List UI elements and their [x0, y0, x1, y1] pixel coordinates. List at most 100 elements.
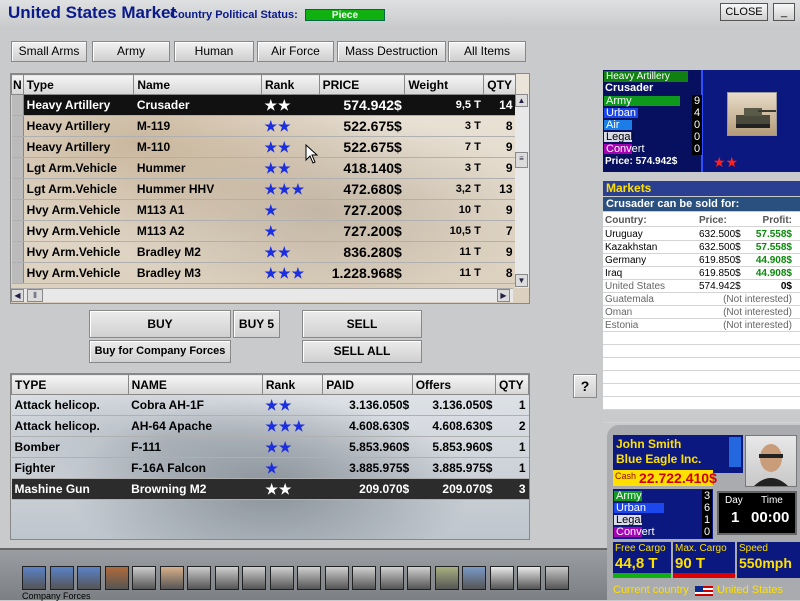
market-row[interactable]: United States 574.942$ 0$ — [603, 280, 800, 293]
col-qty[interactable]: QTY — [483, 74, 516, 95]
company-force-thumbnail[interactable] — [544, 566, 569, 590]
close-button[interactable]: CLOSE — [720, 3, 768, 21]
buy-company-forces-button[interactable]: Buy for Company Forces — [89, 340, 231, 363]
category-all-items-button[interactable]: All Items — [448, 41, 526, 62]
company-force-thumbnail[interactable] — [407, 566, 431, 590]
col-paid[interactable]: PAID — [322, 374, 413, 395]
country-header: Country: — [605, 215, 647, 226]
col-name[interactable]: Name — [133, 74, 262, 95]
category-air-force-button[interactable]: Air Force — [257, 41, 334, 62]
company-force-thumbnail[interactable] — [462, 566, 486, 590]
minimize-button[interactable]: _ — [773, 3, 795, 21]
scroll-up-icon[interactable]: ▲ — [515, 94, 528, 107]
company-force-thumbnail[interactable] — [22, 566, 46, 590]
market-row-empty — [603, 332, 800, 345]
markets-title: Markets — [603, 181, 800, 196]
sell-all-button[interactable]: SELL ALL — [302, 340, 422, 363]
scroll-left-icon[interactable]: ◀ — [11, 289, 24, 302]
buy-five-button[interactable]: BUY 5 — [233, 310, 280, 338]
col-rank[interactable]: Rank — [260, 74, 320, 95]
free-cargo-box: Free Cargo 44,8 T — [613, 542, 671, 578]
company-force-thumbnail[interactable] — [269, 566, 294, 590]
market-row[interactable]: Oman (Not interested) — [603, 306, 800, 319]
company-force-thumbnail[interactable] — [49, 566, 74, 590]
title-bar: United States Market Country Political S… — [0, 0, 800, 28]
table-row[interactable]: Hvy Arm.Vehicle Bradley M2 ★★ 836.280$ 1… — [11, 241, 516, 263]
scroll-thumb[interactable]: ≡ — [515, 152, 528, 168]
item-type: Heavy Artillery — [23, 115, 134, 137]
col-type[interactable]: Type — [22, 74, 135, 95]
company-force-thumbnail[interactable] — [132, 566, 156, 590]
avatar — [745, 435, 797, 487]
table-row[interactable]: Hvy Arm.Vehicle M113 A1 ★ 727.200$ 10 T … — [11, 199, 516, 221]
table-row[interactable]: Mashine Gun Browning M2 ★★ 209.070$ 209.… — [11, 478, 529, 500]
company-force-thumbnail[interactable] — [324, 566, 349, 590]
scroll-down-icon[interactable]: ▼ — [515, 274, 528, 287]
company-force-thumbnail[interactable] — [297, 566, 321, 590]
help-button[interactable]: ? — [573, 374, 597, 398]
price-header: Price: — [699, 215, 727, 226]
player-stat-urban: Urban 6 — [614, 502, 712, 514]
company-force-thumbnail[interactable] — [104, 566, 129, 590]
market-row[interactable]: Guatemala (Not interested) — [603, 293, 800, 306]
table-row[interactable]: Attack helicop. AH-64 Apache ★★★ 4.608.6… — [11, 415, 529, 437]
company-force-thumbnail[interactable] — [77, 566, 101, 590]
company-force-thumbnail[interactable] — [489, 566, 514, 590]
company-force-thumbnail[interactable] — [214, 566, 239, 590]
market-row[interactable]: Germany 619.850$ 44.908$ — [603, 254, 800, 267]
category-human-button[interactable]: Human — [174, 41, 254, 62]
table-row[interactable]: Lgt Arm.Vehicle Hummer ★★ 418.140$ 3 T 9 — [11, 157, 516, 179]
item-qty: 13 — [483, 178, 516, 200]
col-type[interactable]: TYPE — [11, 374, 129, 395]
market-profit: 57.558$ — [755, 229, 792, 240]
company-force-thumbnail[interactable] — [159, 566, 184, 590]
table-row[interactable]: Heavy Artillery Crusader ★★ 574.942$ 9,5… — [11, 94, 516, 116]
market-vertical-scrollbar[interactable]: ▲ ≡ ▼ — [515, 94, 529, 288]
company-force-thumbnail[interactable] — [517, 566, 541, 590]
col-name[interactable]: NAME — [127, 374, 263, 395]
table-row[interactable]: Heavy Artillery M-110 ★★ 522.675$ 7 T 9 — [11, 136, 516, 158]
company-force-thumbnail[interactable] — [187, 566, 211, 590]
col-weight[interactable]: Weight — [404, 74, 485, 95]
company-force-thumbnail[interactable] — [242, 566, 266, 590]
company-force-thumbnail[interactable] — [352, 566, 376, 590]
table-row[interactable]: Hvy Arm.Vehicle Bradley M3 ★★★ 1.228.968… — [11, 262, 516, 284]
buy-button[interactable]: BUY — [89, 310, 231, 338]
col-rank[interactable]: Rank — [261, 374, 324, 395]
market-row[interactable]: Kazakhstan 632.500$ 57.558$ — [603, 241, 800, 254]
market-row[interactable]: Uruguay 632.500$ 57.558$ — [603, 228, 800, 241]
owned-type: Bomber — [11, 436, 129, 458]
row-marker — [11, 157, 24, 179]
table-row[interactable]: Heavy Artillery M-119 ★★ 522.675$ 3 T 8 — [11, 115, 516, 137]
market-horizontal-scrollbar[interactable]: ◀ ⦀ ▶ — [11, 288, 513, 302]
table-row[interactable]: Attack helicop. Cobra AH-1F ★★ 3.136.050… — [11, 394, 529, 416]
col-qty[interactable]: QTY — [494, 374, 529, 395]
sell-button[interactable]: SELL — [302, 310, 422, 338]
item-qty: 14 — [483, 94, 516, 116]
company-force-thumbnail[interactable] — [379, 566, 404, 590]
market-profit: (Not interested) — [723, 307, 792, 318]
item-name: M-119 — [133, 115, 262, 137]
item-type: Heavy Artillery — [23, 94, 134, 116]
col-price[interactable]: PRICE — [318, 74, 406, 95]
table-row[interactable]: Hvy Arm.Vehicle M113 A2 ★ 727.200$ 10,5 … — [11, 220, 516, 242]
market-row[interactable]: Estonia (Not interested) — [603, 319, 800, 332]
table-row[interactable]: Bomber F-111 ★★ 5.853.960$ 5.853.960$ 1 — [11, 436, 529, 458]
category-army-button[interactable]: Army — [92, 41, 170, 62]
company-force-thumbnail[interactable] — [434, 566, 459, 590]
col-offers[interactable]: Offers — [411, 374, 496, 395]
category-small-arms-button[interactable]: Small Arms — [11, 41, 87, 62]
market-row[interactable]: Iraq 619.850$ 44.908$ — [603, 267, 800, 280]
col-n[interactable]: N — [11, 74, 24, 95]
item-info-panel: Heavy Artillery Crusader Army 9 Urban 4 … — [603, 70, 800, 172]
owned-rank: ★★ — [262, 394, 323, 416]
day-label: Day — [725, 495, 743, 506]
table-row[interactable]: Fighter F-16A Falcon ★ 3.885.975$ 3.885.… — [11, 457, 529, 479]
scroll-right-icon[interactable]: ▶ — [497, 289, 510, 302]
category-mass-destruction-button[interactable]: Mass Destruction — [337, 41, 446, 62]
stat-label: Air — [606, 119, 620, 131]
owned-qty: 1 — [495, 457, 529, 479]
item-type: Heavy Artillery — [23, 136, 134, 158]
hscroll-thumb[interactable]: ⦀ — [27, 289, 43, 302]
table-row[interactable]: Lgt Arm.Vehicle Hummer HHV ★★★ 472.680$ … — [11, 178, 516, 200]
